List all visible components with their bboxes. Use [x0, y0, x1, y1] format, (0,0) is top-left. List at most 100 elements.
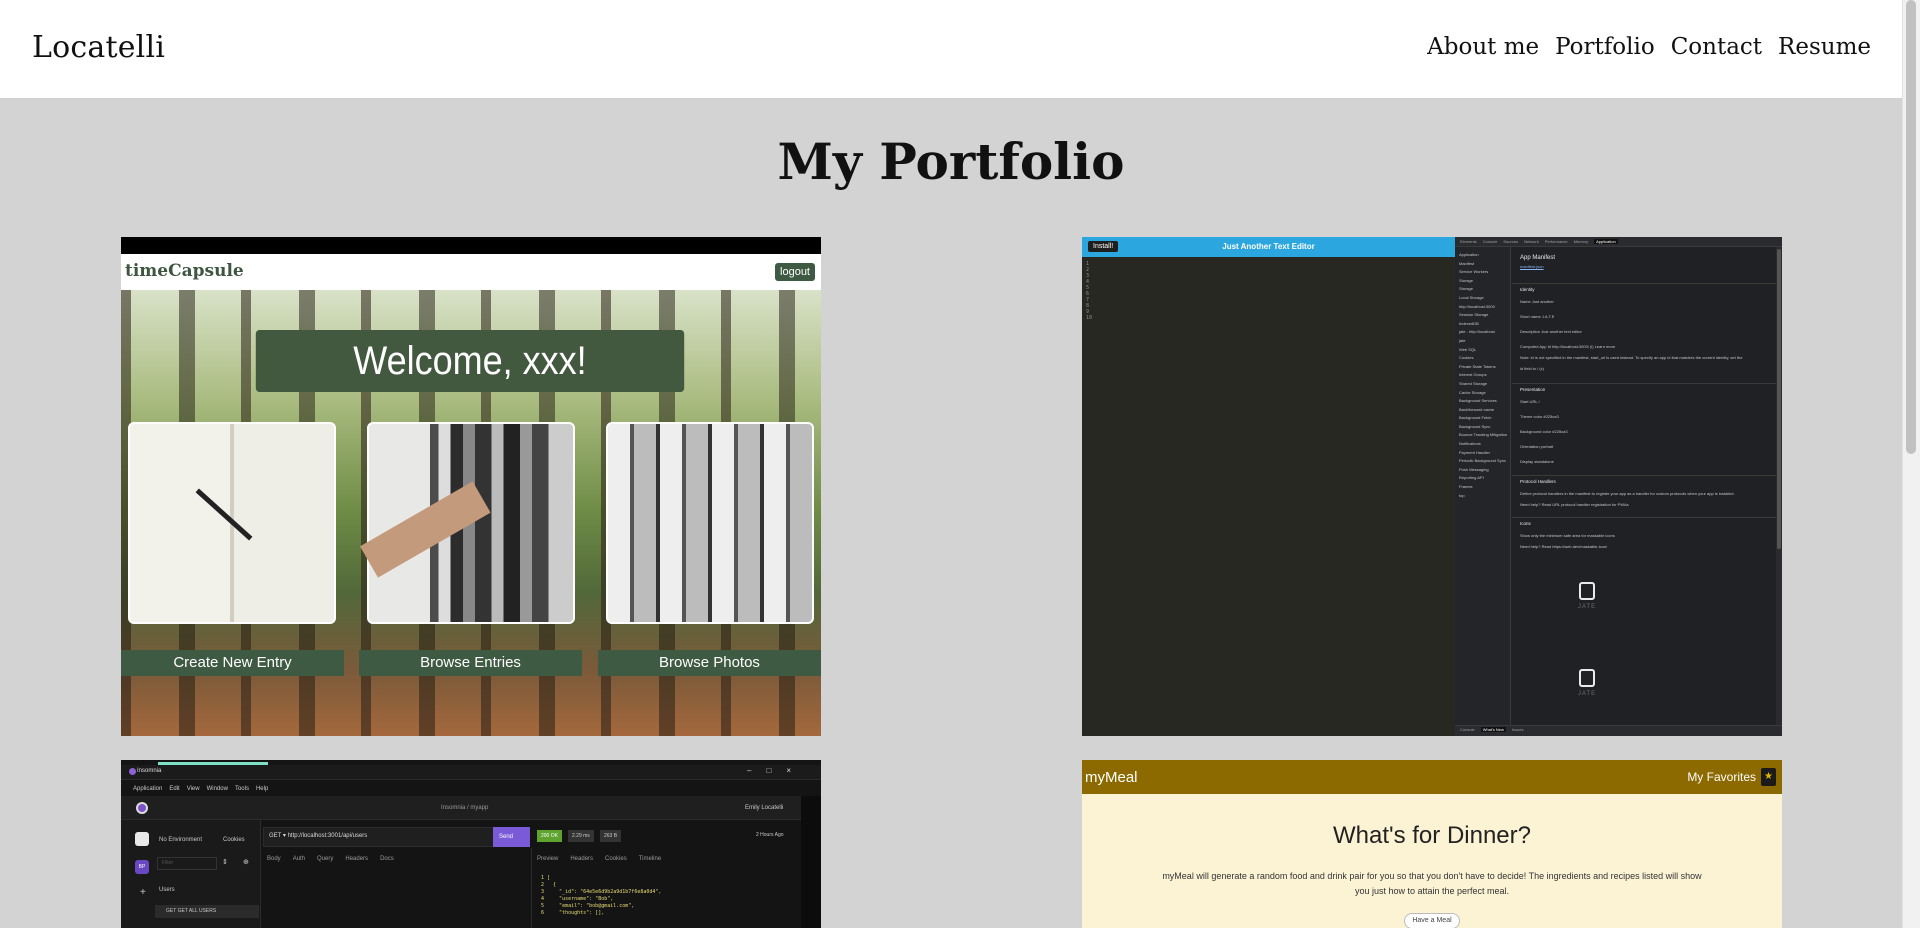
jate-logo-word: JATE [1577, 604, 1597, 610]
response-json: 1 [ 2 { 3 "_id": "64e5e6d9b2a9d1b7f6e8a0… [541, 875, 662, 916]
request-tab: Body [267, 856, 281, 862]
workspace-badge: BP [135, 860, 149, 874]
logout-button: logout [775, 263, 815, 281]
presentation-row: Background color #225ca3 [1520, 429, 1568, 434]
menu-item: View [186, 786, 200, 792]
brand-logo[interactable]: Locatelli [32, 30, 165, 65]
manifest-title: App Manifest [1520, 255, 1556, 261]
tree-item: Background Sync [1459, 423, 1491, 429]
tree-item: Session Storage [1459, 312, 1489, 318]
scrollbar-thumb[interactable] [1906, 0, 1916, 454]
window-controls: – □ × [747, 766, 791, 775]
nav-about-me[interactable]: About me [1427, 34, 1539, 60]
timecapsule-app-name: timeCapsule [125, 261, 244, 281]
tree-item: Reporting API [1459, 475, 1484, 481]
presentation-row: Theme color #225ca3 [1520, 414, 1559, 419]
mymeal-heading: What's for Dinner? [1333, 822, 1531, 849]
jate-logo-icon [1579, 669, 1595, 687]
tree-item: http://localhost:3000 [1459, 303, 1495, 309]
tree-item: Payment Handler [1459, 449, 1490, 455]
identity-row: Description Just another text editor [1520, 329, 1582, 334]
pane-divider [531, 848, 532, 928]
divider [1512, 283, 1776, 284]
drawer-tab: Issues [1511, 727, 1524, 732]
window-title: Insomnia [137, 768, 162, 774]
tree-item: Local Storage [1459, 294, 1484, 300]
request-tab: Docs [380, 856, 394, 862]
manifest-link: manifest.json [1520, 264, 1544, 269]
page-scrollbar[interactable] [1902, 0, 1920, 928]
presentation-row: Orientation portrait [1520, 444, 1554, 449]
add-request-icon: ⊕ [243, 859, 249, 866]
project-card-timecapsule[interactable]: timeCapsule logout Welcome, xxx! Create … [121, 237, 821, 736]
devtools-tab: Console [1482, 239, 1498, 244]
code-editor [1082, 257, 1455, 736]
response-tab: Cookies [605, 856, 627, 862]
divider [1512, 383, 1776, 384]
url-text: GET ▾ http://localhost:3001/api/users [269, 833, 368, 839]
devtools-tab: Elements [1460, 239, 1477, 244]
page-title: My Portfolio [777, 132, 1125, 191]
project-card-jate[interactable]: Install! Just Another Text Editor 1 2 3 … [1082, 237, 1782, 736]
create-new-entry-button: Create New Entry [121, 650, 344, 676]
tree-item: Shared Storage [1459, 380, 1488, 386]
request-tab: Auth [292, 856, 306, 862]
jate-logo-maskable: JATE [1575, 669, 1599, 697]
arm-shape [360, 481, 491, 578]
browse-photos-button: Browse Photos [598, 650, 821, 676]
home-icon [135, 832, 149, 846]
menu-item: Window [206, 786, 228, 792]
photo-wall-image [606, 422, 814, 624]
divider [1512, 475, 1776, 476]
jate-logo-word: JATE [1577, 691, 1597, 697]
mymeal-navbar [1082, 760, 1782, 794]
cookies-button: Cookies [223, 837, 245, 843]
tree-item: Storage [1459, 286, 1474, 292]
window-titlebar [121, 765, 821, 780]
tree-item: Storage [1459, 277, 1474, 283]
nav-resume[interactable]: Resume [1778, 34, 1871, 60]
my-favorites-link: My Favorites [1687, 770, 1756, 784]
tree-item: Web SQL [1459, 346, 1477, 352]
editor-line-numbers: 1 2 3 4 5 6 7 8 9 10 [1086, 261, 1093, 321]
insomnia-app-icon [136, 802, 148, 814]
minimize-icon: – [747, 766, 752, 775]
identity-row: Name Just another [1520, 299, 1554, 304]
send-button: Send [493, 827, 530, 847]
identity-row: Computed App Id http://localhost:3000/ (… [1520, 344, 1616, 349]
environment-select: No Environment [159, 837, 203, 843]
response-tab: Timeline [638, 856, 662, 862]
response-tabs: Preview Headers Cookies Timeline [537, 856, 661, 862]
mymeal-description: myMeal will generate a random food and d… [1162, 871, 1702, 896]
tree-item: Push Messaging [1459, 466, 1489, 472]
presentation-row: Display standalone [1520, 459, 1554, 464]
menu-bar: Application Edit View Window Tools Help [133, 786, 268, 792]
tree-item: Back/forward cache [1459, 406, 1495, 412]
project-card-insomnia[interactable]: Insomnia – □ × Application Edit View Win… [121, 760, 821, 928]
users-folder: Users [159, 887, 175, 893]
jate-title: Just Another Text Editor [1222, 242, 1315, 251]
project-card-mymeal[interactable]: myMeal My Favorites ★ What's for Dinner?… [1082, 760, 1782, 928]
tree-item: Private State Tokens [1459, 363, 1496, 369]
menu-item: Edit [169, 786, 180, 792]
identity-row: id field to / (c) [1520, 366, 1545, 371]
nav-contact[interactable]: Contact [1671, 34, 1762, 60]
icons-row: Show only the minimum safe area for mask… [1520, 533, 1615, 538]
tree-item: Cookies [1459, 355, 1474, 361]
divider [1512, 517, 1776, 518]
icons-row: Need help? Read https://web.dev/maskable… [1520, 544, 1608, 549]
protocol-row: Need help? Read URL protocol handler reg… [1520, 502, 1629, 507]
sort-icon: ⇕ [222, 859, 228, 866]
tree-item: Cache Storage [1459, 389, 1486, 395]
tree-item: jate - http://localhost [1459, 329, 1495, 335]
identity-row: Note: id is not specified in the manifes… [1520, 355, 1743, 360]
menu-item: Application [133, 786, 163, 792]
tree-item: Service Workers [1459, 269, 1489, 275]
presentation-row: Start URL / [1520, 399, 1540, 404]
nav-portfolio[interactable]: Portfolio [1555, 34, 1655, 60]
project-breadcrumb: Insomnia / myapp [441, 805, 489, 811]
drawer-tab: Console [1460, 727, 1475, 732]
section-icons: Icons [1520, 521, 1531, 526]
menu-item: Tools [234, 786, 249, 792]
insomnia-logo-icon [129, 768, 136, 775]
